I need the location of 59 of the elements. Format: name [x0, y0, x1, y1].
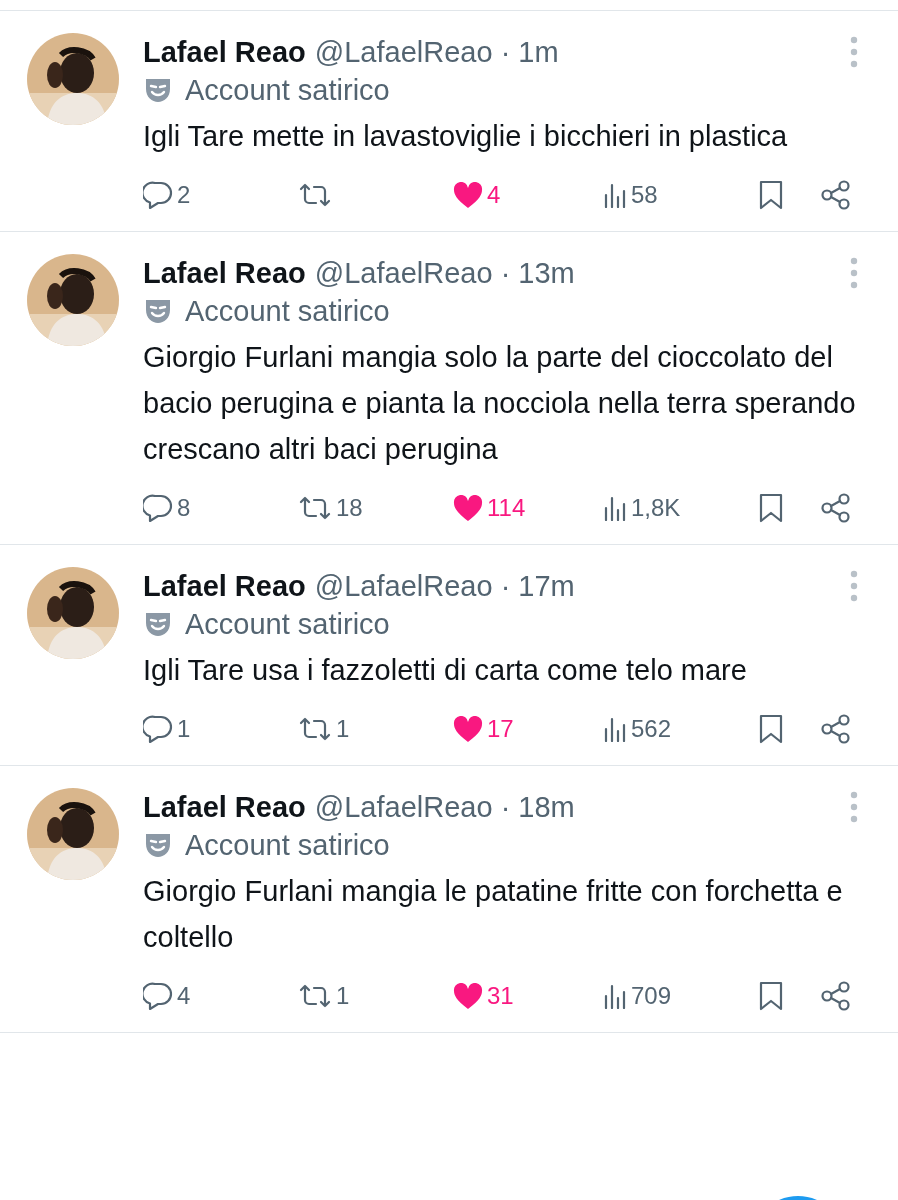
more-icon [850, 791, 858, 823]
tweet-text: Giorgio Furlani mangia le patatine fritte con forchetta e coltello [143, 874, 844, 955]
chart-icon [603, 495, 627, 521]
views-button[interactable]: 58 [603, 177, 758, 213]
author-name[interactable]: Lafael Reao [143, 788, 306, 826]
account-label: Account satirico [185, 828, 390, 863]
share-icon [820, 981, 852, 1011]
bookmark-icon [758, 493, 784, 523]
bookmark-icon [758, 714, 784, 744]
account-label: Account satirico [185, 294, 390, 329]
bookmark-icon [758, 981, 784, 1011]
account-label: Account satirico [185, 73, 390, 108]
repost-icon [298, 495, 332, 521]
repost-icon [298, 182, 332, 208]
repost-button[interactable]: 1 [298, 711, 453, 747]
reply-icon [143, 715, 173, 743]
account-label: Account satirico [185, 607, 390, 642]
reply-button[interactable]: 2 [143, 177, 298, 213]
author-name[interactable]: Lafael Reao [143, 254, 306, 292]
handle-time: @LafaelReao · 1m [314, 35, 559, 70]
reply-button[interactable]: 8 [143, 490, 298, 526]
share-icon [820, 493, 852, 523]
reply-icon [143, 982, 173, 1010]
heart-icon [453, 181, 483, 209]
reply-icon [143, 181, 173, 209]
chart-icon [603, 716, 627, 742]
heart-icon [453, 715, 483, 743]
like-button[interactable]: 17 [453, 711, 603, 747]
reply-button[interactable]: 4 [143, 978, 298, 1014]
chart-icon [603, 983, 627, 1009]
repost-button[interactable]: 18 [298, 490, 453, 526]
more-icon [850, 257, 858, 289]
repost-icon [298, 716, 332, 742]
tweet-text: Giorgio Furlani mangia solo la parte del cioccolato del bacio perugina e pianta la nocciola nella terra sperando crescano altri baci perugina [143, 340, 857, 467]
more-icon [850, 36, 858, 68]
handle-time: @LafaelReao · 17m [314, 569, 575, 604]
like-button[interactable]: 114 [453, 490, 603, 526]
handle-time: @LafaelReao · 18m [314, 790, 575, 825]
author-name[interactable]: Lafael Reao [143, 567, 306, 605]
repost-button[interactable]: 1 [298, 978, 453, 1014]
views-button[interactable]: 562 [603, 711, 758, 747]
tweet-text: Igli Tare usa i fazzoletti di carta come telo mare [143, 653, 748, 688]
views-button[interactable]: 709 [603, 978, 758, 1014]
heart-icon [453, 494, 483, 522]
reply-button[interactable]: 1 [143, 711, 298, 747]
like-button[interactable]: 31 [453, 978, 603, 1014]
handle-time: @LafaelReao · 13m [314, 256, 575, 291]
tweet-text: Igli Tare mette in lavastoviglie i bicchieri in plastica [143, 119, 789, 154]
reply-icon [143, 494, 173, 522]
repost-icon [298, 983, 332, 1009]
share-icon [820, 180, 852, 210]
views-button[interactable]: 1,8K [603, 490, 758, 526]
chart-icon [603, 182, 627, 208]
share-icon [820, 714, 852, 744]
like-button[interactable]: 4 [453, 177, 603, 213]
more-icon [850, 570, 858, 602]
bookmark-icon [758, 180, 784, 210]
author-name[interactable]: Lafael Reao [143, 33, 306, 71]
heart-icon [453, 982, 483, 1010]
